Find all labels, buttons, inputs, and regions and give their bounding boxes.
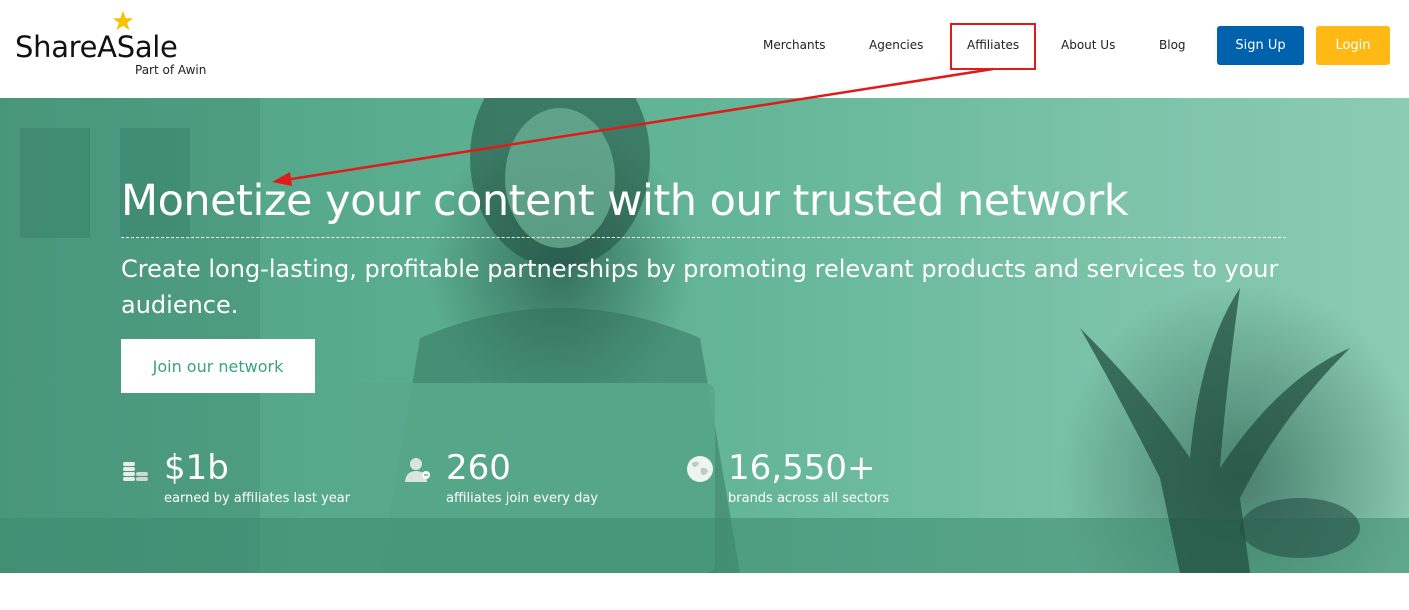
globe-icon bbox=[687, 456, 713, 482]
site-header: ShareASale Part of Awin Merchants Agenci… bbox=[0, 0, 1409, 98]
hero-divider bbox=[121, 237, 1286, 238]
person-add-icon bbox=[405, 458, 430, 482]
shareasale-logo[interactable]: ShareASale Part of Awin bbox=[15, 10, 215, 80]
coins-stack-icon bbox=[123, 462, 148, 481]
stat-value: 16,550+ bbox=[728, 448, 876, 488]
hero-subtitle: Create long-lasting, profitable partners… bbox=[121, 255, 1279, 319]
stat-label: affiliates join every day bbox=[446, 491, 599, 506]
stat-value: 260 bbox=[446, 448, 511, 488]
join-network-button[interactable]: Join our network bbox=[121, 339, 315, 393]
hero-section: Monetize your content with our trusted n… bbox=[0, 98, 1409, 573]
nav-blog[interactable]: Blog bbox=[1159, 38, 1186, 52]
nav-about-us[interactable]: About Us bbox=[1061, 38, 1115, 52]
logo-subtitle: Part of Awin bbox=[135, 63, 207, 77]
sign-up-button[interactable]: Sign Up bbox=[1217, 26, 1304, 65]
stat-label: earned by affiliates last year bbox=[164, 491, 351, 506]
login-button[interactable]: Login bbox=[1316, 26, 1390, 65]
star-icon bbox=[112, 10, 134, 31]
annotation-highlight-box bbox=[950, 23, 1036, 70]
hero-title: Monetize your content with our trusted n… bbox=[121, 176, 1129, 226]
logo-wordmark: ShareASale bbox=[15, 30, 178, 64]
nav-agencies[interactable]: Agencies bbox=[869, 38, 923, 52]
stat-label: brands across all sectors bbox=[728, 491, 890, 506]
nav-merchants[interactable]: Merchants bbox=[763, 38, 826, 52]
stat-value: $1b bbox=[164, 448, 229, 488]
